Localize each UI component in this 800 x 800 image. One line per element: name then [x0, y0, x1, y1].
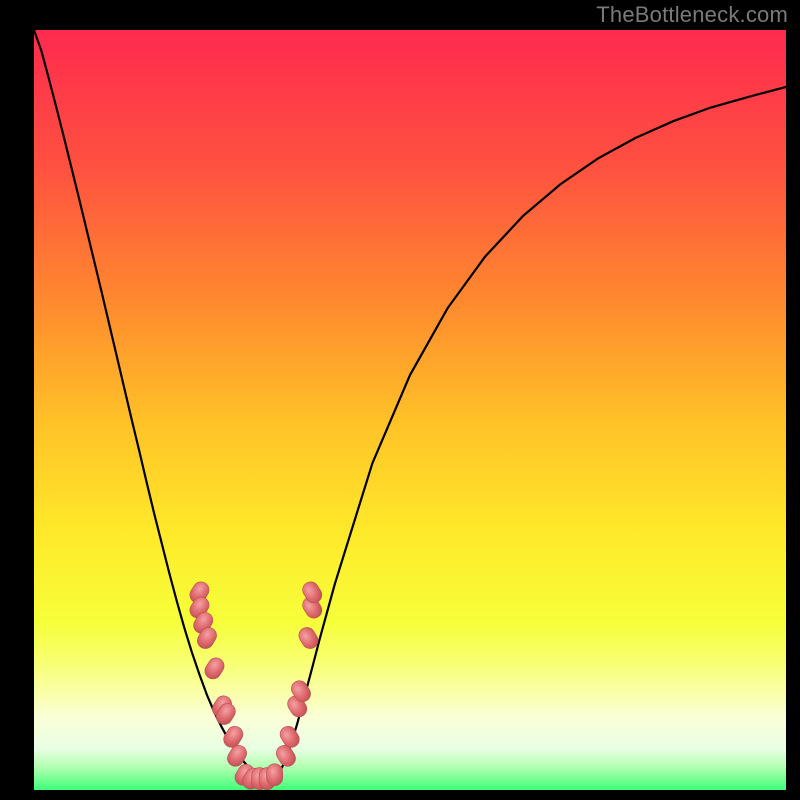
curve-marker	[267, 764, 283, 786]
gradient-background	[34, 30, 786, 790]
plot-area	[34, 30, 786, 790]
watermark-text: TheBottleneck.com	[596, 2, 788, 28]
outer-frame: TheBottleneck.com	[0, 0, 800, 800]
chart-svg	[34, 30, 786, 790]
